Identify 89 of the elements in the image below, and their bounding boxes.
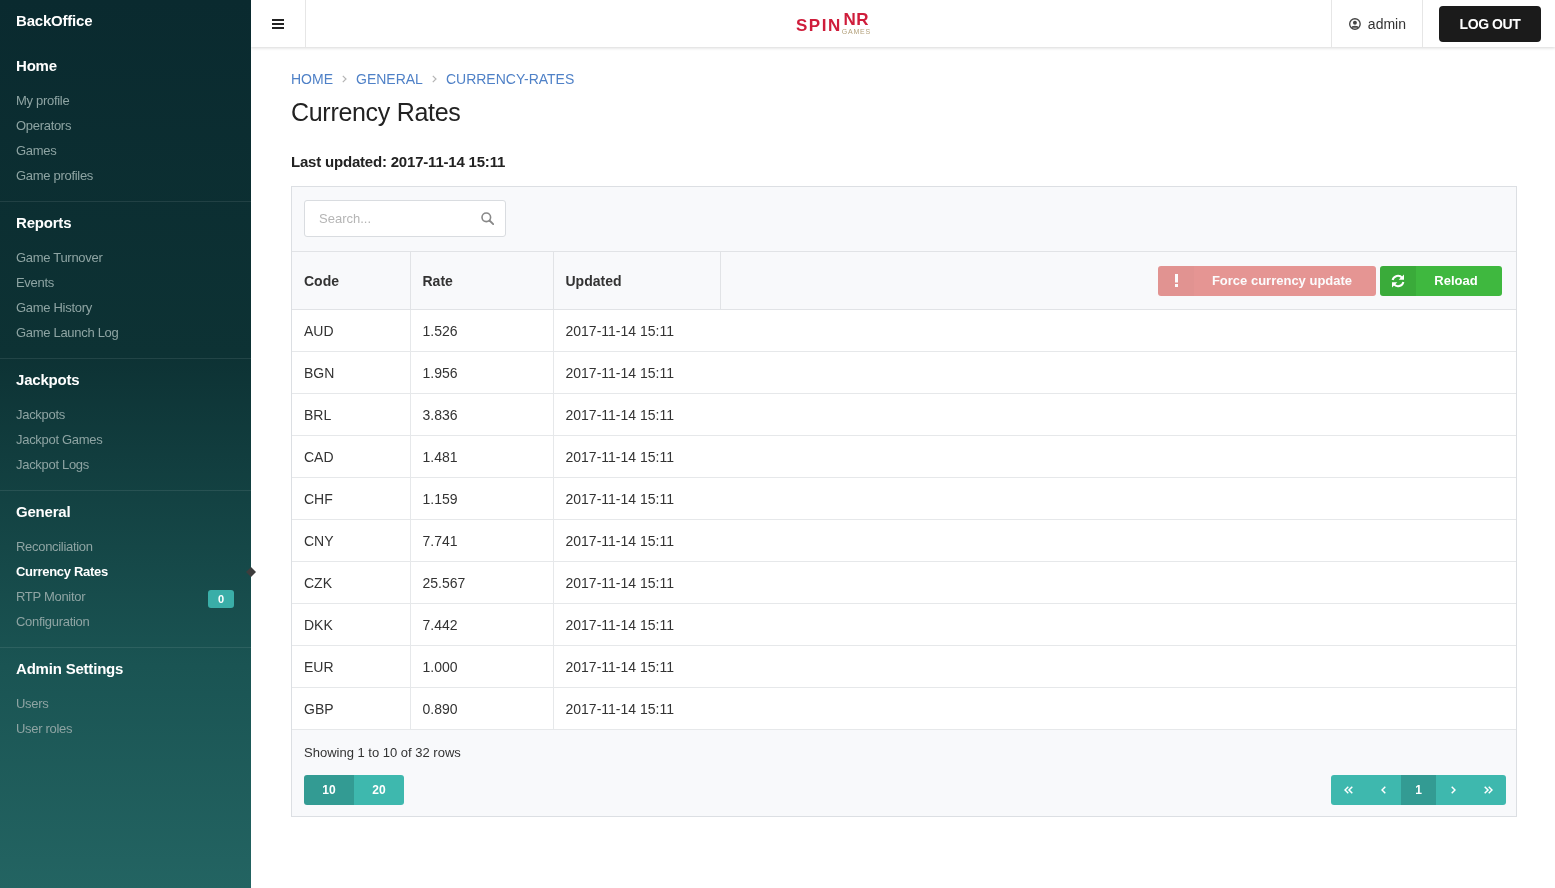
rows-summary-text: Showing 1 to 10 of 32 rows <box>304 745 461 760</box>
last-page-button[interactable] <box>1471 775 1506 805</box>
table-cell: 2017-11-14 15:11 <box>553 561 720 604</box>
table-cell: DKK <box>292 603 410 646</box>
nav-link[interactable]: RTP Monitor <box>16 589 86 604</box>
user-menu[interactable]: admin <box>1331 0 1423 47</box>
nav-link[interactable]: Reconciliation <box>16 539 93 554</box>
table-cell: GBP <box>292 687 410 730</box>
table-cell: CNY <box>292 519 410 562</box>
nav-link[interactable]: Game History <box>16 300 92 315</box>
table-cell: 2017-11-14 15:11 <box>553 435 720 478</box>
table-cell: 2017-11-14 15:11 <box>553 309 720 352</box>
nav-link[interactable]: Jackpot Logs <box>16 457 89 472</box>
table-cell: 1.159 <box>410 477 553 520</box>
previous-page-button[interactable] <box>1366 775 1401 805</box>
table-cell: 2017-11-14 15:11 <box>553 645 720 688</box>
search-field[interactable]: Search... <box>304 200 506 237</box>
nav-link[interactable]: User roles <box>16 721 73 736</box>
nav-link[interactable]: Configuration <box>16 614 90 629</box>
table-cell: CAD <box>292 435 410 478</box>
logout-button[interactable]: LOG OUT <box>1439 5 1541 42</box>
chevron-right-icon <box>1451 786 1456 794</box>
table-cell: 1.526 <box>410 309 553 352</box>
table-cell: 7.442 <box>410 603 553 646</box>
next-page-button[interactable] <box>1436 775 1471 805</box>
brand-title: BackOffice <box>16 12 93 29</box>
column-header: Updated <box>553 251 720 310</box>
double-chevron-right-icon <box>1484 786 1493 794</box>
column-header: Code <box>292 251 410 310</box>
table-cell: CHF <box>292 477 410 520</box>
table-cell: 2017-11-14 15:11 <box>553 351 720 394</box>
nav-link[interactable]: Users <box>16 696 49 711</box>
table-cell: CZK <box>292 561 410 604</box>
table-cell: 7.741 <box>410 519 553 562</box>
table-cell: 1.000 <box>410 645 553 688</box>
breadcrumb-link[interactable]: GENERAL <box>356 71 423 87</box>
double-chevron-left-icon <box>1344 786 1353 794</box>
nav-link[interactable]: Jackpots <box>16 407 65 422</box>
last-updated-text: Last updated: 2017-11-14 15:11 <box>291 153 506 170</box>
nav-link[interactable]: Events <box>16 275 54 290</box>
nav-link[interactable]: Game Launch Log <box>16 325 119 340</box>
logo-superscript-text: NR <box>843 11 870 28</box>
breadcrumb-link[interactable]: HOME <box>291 71 333 87</box>
breadcrumb-link[interactable]: CURRENCY-RATES <box>445 71 575 87</box>
table-cell: 1.956 <box>410 351 553 394</box>
table-cell: 2017-11-14 15:11 <box>553 393 720 436</box>
table-cell: 2017-11-14 15:11 <box>553 603 720 646</box>
nav-link[interactable]: Games <box>16 143 57 158</box>
nav-link[interactable]: Game profiles <box>16 168 94 183</box>
column-header: Rate <box>410 251 553 310</box>
table-cell: 2017-11-14 15:11 <box>553 519 720 562</box>
table-cell: EUR <box>292 645 410 688</box>
active-indicator-icon <box>246 566 256 577</box>
refresh-icon <box>1391 273 1405 288</box>
logo-text: SPIN <box>796 16 842 35</box>
page-size-button[interactable]: 20 <box>354 775 404 805</box>
page-size-button[interactable]: 10 <box>304 775 354 805</box>
user-icon <box>1349 16 1361 31</box>
table-cell: BGN <box>292 351 410 394</box>
table-cell: 25.567 <box>410 561 553 604</box>
search-icon <box>481 212 494 225</box>
chevron-left-icon <box>1381 786 1386 794</box>
table-cell: 2017-11-14 15:11 <box>553 477 720 520</box>
table-cell: 3.836 <box>410 393 553 436</box>
page-button[interactable]: 1 <box>1401 775 1436 805</box>
count-badge: 0 <box>208 589 234 608</box>
nav-link[interactable]: Currency Rates <box>16 564 108 579</box>
nav-link[interactable]: Game Turnover <box>16 250 103 265</box>
nav-link[interactable]: Jackpot Games <box>16 432 103 447</box>
section-title: Jackpots <box>16 371 80 388</box>
table-cell: 2017-11-14 15:11 <box>553 687 720 730</box>
nav-link[interactable]: My profile <box>16 93 70 108</box>
section-title: Home <box>16 57 57 74</box>
table-cell: BRL <box>292 393 410 436</box>
table-cell: AUD <box>292 309 410 352</box>
table-cell: 0.890 <box>410 687 553 730</box>
chevron-right-icon <box>342 75 347 83</box>
menu-icon <box>272 18 284 29</box>
page-title: Currency Rates <box>291 97 461 128</box>
first-page-button[interactable] <box>1331 775 1366 805</box>
section-title: General <box>16 503 71 520</box>
table-cell: 1.481 <box>410 435 553 478</box>
section-title: Reports <box>16 214 72 231</box>
menu-button[interactable] <box>251 0 306 47</box>
reload-button[interactable]: Reload <box>1380 265 1502 296</box>
exclamation-icon <box>1174 274 1178 287</box>
section-title: Admin Settings <box>16 660 124 677</box>
nav-link[interactable]: Operators <box>16 118 72 133</box>
chevron-right-icon <box>431 75 437 83</box>
